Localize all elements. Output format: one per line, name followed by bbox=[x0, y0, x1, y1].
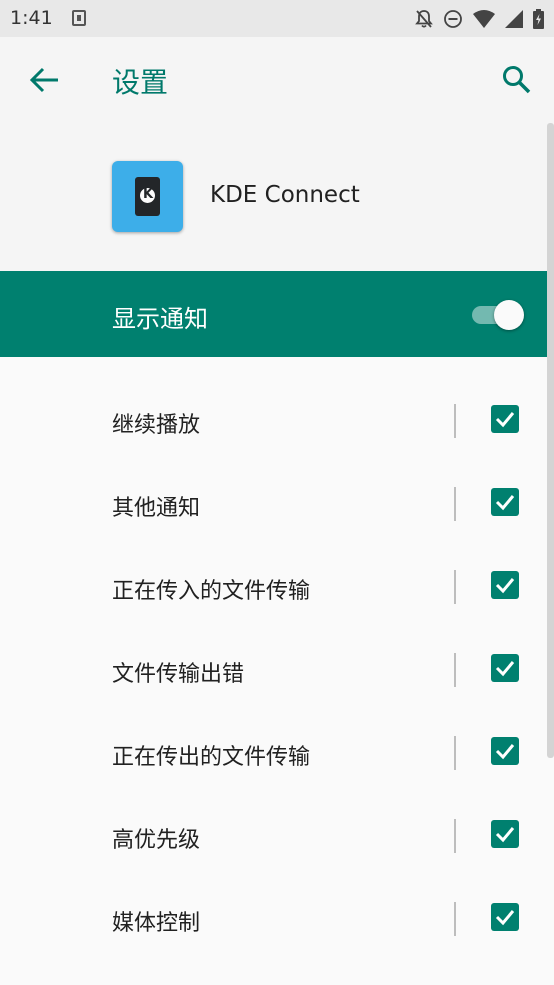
search-button[interactable] bbox=[500, 63, 534, 97]
bell-off-icon bbox=[415, 9, 433, 29]
channel-label: 正在传出的文件传输 bbox=[112, 745, 311, 770]
back-button[interactable] bbox=[28, 63, 62, 97]
channel-label: 正在传入的文件传输 bbox=[112, 579, 311, 604]
check-icon bbox=[495, 744, 515, 760]
divider bbox=[454, 653, 456, 687]
channel-checkbox[interactable] bbox=[491, 903, 519, 931]
channel-label: 文件传输出错 bbox=[112, 662, 245, 687]
status-time: 1:41 bbox=[10, 7, 53, 29]
show-notifications-switch[interactable] bbox=[472, 299, 524, 330]
channel-label: 高优先级 bbox=[112, 828, 201, 853]
channel-checkbox[interactable] bbox=[491, 820, 519, 848]
scrollbar[interactable] bbox=[547, 123, 554, 758]
channel-row-high-priority[interactable]: 高优先级 bbox=[0, 796, 554, 879]
notification-app-icon bbox=[72, 10, 86, 26]
channel-checkbox[interactable] bbox=[491, 737, 519, 765]
divider bbox=[454, 487, 456, 521]
show-notifications-toggle-row[interactable]: 显示通知 bbox=[0, 271, 554, 357]
do-not-disturb-icon bbox=[443, 9, 463, 29]
wifi-icon bbox=[473, 10, 495, 28]
app-bar: 设置 bbox=[0, 37, 554, 123]
divider bbox=[454, 902, 456, 936]
channel-label: 媒体控制 bbox=[112, 911, 201, 936]
check-icon bbox=[495, 495, 515, 511]
switch-thumb bbox=[494, 300, 524, 330]
status-icons bbox=[415, 8, 544, 30]
signal-icon bbox=[505, 10, 523, 28]
page-title: 设置 bbox=[112, 66, 169, 99]
channel-checkbox[interactable] bbox=[491, 488, 519, 516]
app-name: KDE Connect bbox=[210, 182, 360, 208]
channel-checkbox[interactable] bbox=[491, 405, 519, 433]
channel-checkbox[interactable] bbox=[491, 654, 519, 682]
divider bbox=[454, 404, 456, 438]
show-notifications-label: 显示通知 bbox=[112, 305, 208, 333]
channel-checkbox[interactable] bbox=[491, 571, 519, 599]
kde-connect-app-icon bbox=[112, 161, 183, 232]
check-icon bbox=[495, 910, 515, 926]
app-info-header: KDE Connect bbox=[0, 123, 554, 271]
arrow-left-icon bbox=[29, 67, 58, 93]
divider bbox=[454, 736, 456, 770]
channel-row-transfer-error[interactable]: 文件传输出错 bbox=[0, 630, 554, 713]
search-icon bbox=[503, 66, 531, 94]
check-icon bbox=[495, 578, 515, 594]
check-icon bbox=[495, 412, 515, 428]
notification-channel-list: 继续播放 其他通知 正在传入的文件传输 文件传输出错 正在传出的文件传输 高优先 bbox=[0, 357, 554, 985]
check-icon bbox=[495, 661, 515, 677]
channel-row-outgoing-transfer[interactable]: 正在传出的文件传输 bbox=[0, 713, 554, 796]
divider bbox=[454, 819, 456, 853]
channel-label: 其他通知 bbox=[112, 496, 201, 521]
channel-row-other[interactable]: 其他通知 bbox=[0, 464, 554, 547]
channel-row-continue-playing[interactable]: 继续播放 bbox=[0, 381, 554, 464]
battery-charging-icon bbox=[533, 9, 544, 29]
status-bar: 1:41 bbox=[0, 0, 554, 37]
channel-row-incoming-transfer[interactable]: 正在传入的文件传输 bbox=[0, 547, 554, 630]
channel-row-media-control[interactable]: 媒体控制 bbox=[0, 879, 554, 962]
channel-label: 继续播放 bbox=[112, 413, 201, 438]
check-icon bbox=[495, 827, 515, 843]
divider bbox=[454, 570, 456, 604]
